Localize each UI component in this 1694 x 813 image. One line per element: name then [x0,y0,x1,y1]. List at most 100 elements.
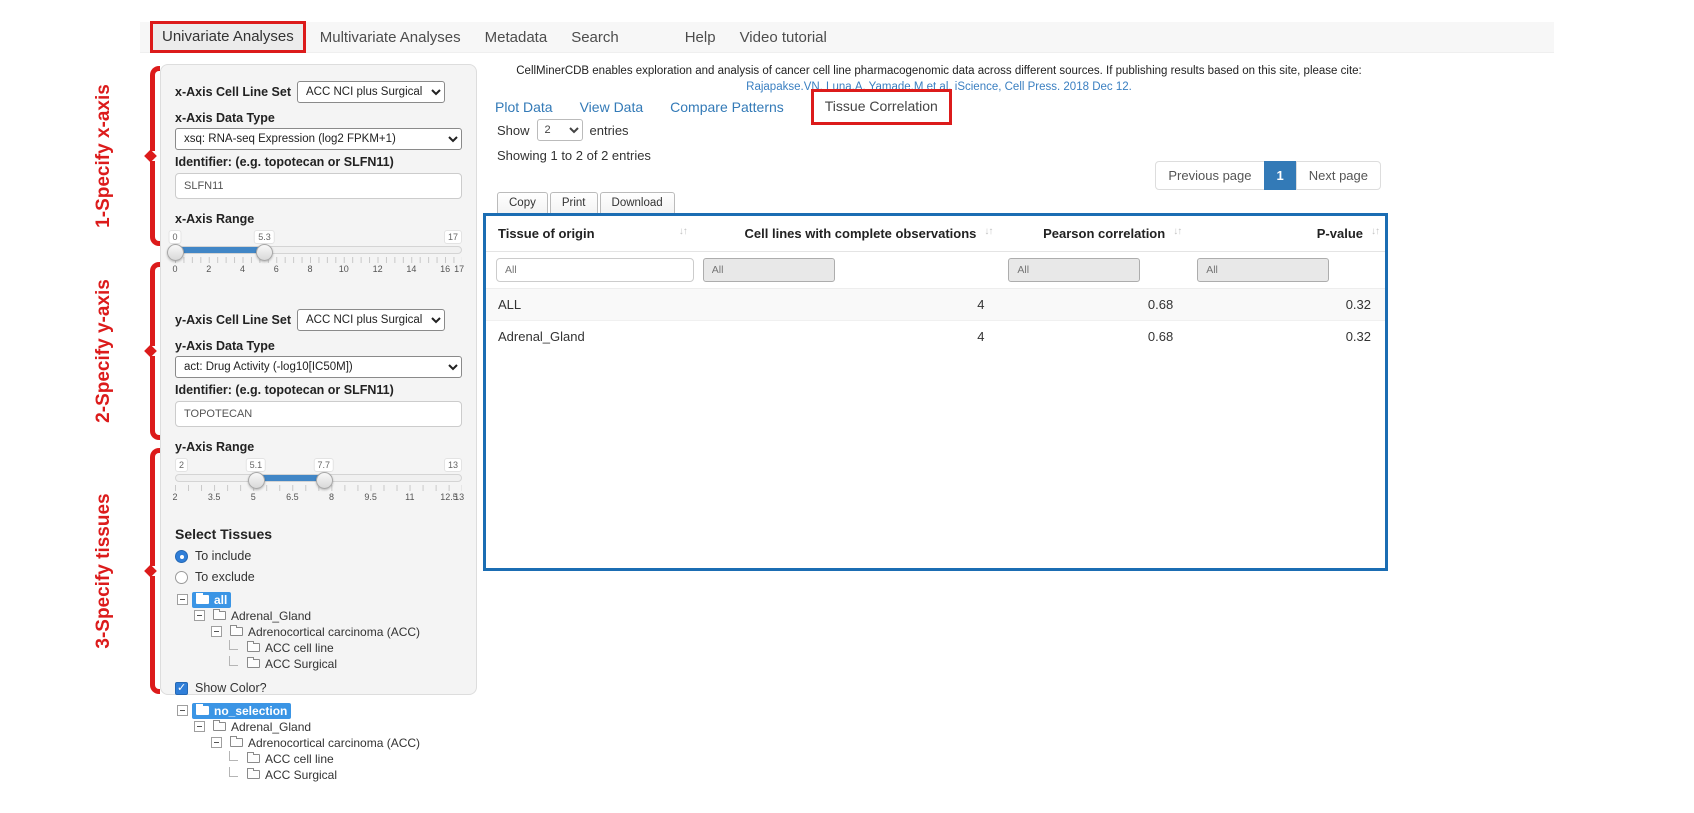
radio-to-exclude[interactable]: To exclude [175,570,462,584]
tissue-radio-group: To include To exclude [175,549,462,584]
nav-item-metadata[interactable]: Metadata [485,29,548,46]
x-range-track[interactable] [175,246,462,254]
include-tree-item-acc-surgical[interactable]: ACC Surgical [243,656,341,672]
tree-node-label: all [214,593,227,607]
tab-active-highlight-box: Tissue Correlation [811,89,952,125]
export-buttons: CopyPrintDownload [497,192,677,214]
tree-node-label: Adrenocortical carcinoma (ACC) [248,625,420,639]
sort-icon[interactable]: ↓↑ [1371,226,1379,237]
filter-input-cell-lines-with-complete-observations[interactable] [703,258,835,282]
include-tree-node-acc-surgical: ACC Surgical [175,656,462,671]
include-tree-node-adrenocortical-carcinoma-acc: Adrenocortical carcinoma (ACC) [175,624,462,639]
x-identifier-input[interactable] [175,173,462,199]
y-range-tick-6-5: 6.5 [286,492,299,502]
filter-input-tissue-of-origin[interactable] [496,258,694,282]
tree-node-label: Adrenal_Gland [231,720,311,734]
radio-icon-to-exclude[interactable] [175,571,188,584]
y-range-high-handle[interactable] [316,472,333,489]
previous-page-button[interactable]: Previous page [1155,161,1264,190]
intro-text-body: CellMinerCDB enables exploration and ana… [516,65,1362,77]
include-tree-item-acc-cell-line[interactable]: ACC cell line [243,640,338,656]
x-data-type-select[interactable]: xsq: RNA-seq Expression (log2 FPKM+1) [175,128,462,150]
y-data-type-select[interactable]: act: Drug Activity (-log10[IC50M]) [175,356,462,378]
tree-collapse-icon[interactable] [177,705,188,716]
color-tree-item-acc-surgical[interactable]: ACC Surgical [243,767,341,783]
x-range-tick-16: 16 [440,264,450,274]
next-page-button[interactable]: Next page [1296,161,1381,190]
nav-item-help[interactable]: Help [685,29,716,46]
color-tree-item-no-selection[interactable]: no_selection [192,703,291,719]
nav-item-video-tutorial[interactable]: Video tutorial [740,29,827,46]
color-tree-node-no-selection: no_selection [175,703,462,718]
tree-node-label: ACC Surgical [265,657,337,671]
radio-label: To include [195,549,251,563]
nav-item-search[interactable]: Search [571,29,619,46]
x-range-tick-10: 10 [339,264,349,274]
download-button[interactable]: Download [600,192,675,214]
table-row-adrenal-gland[interactable]: Adrenal_Gland40.680.32 [486,321,1385,353]
entries-count-select[interactable]: 2 [537,119,583,141]
x-range-slider[interactable]: 05.317024681012141617 [175,230,462,280]
tab-compare-patterns[interactable]: Compare Patterns [670,99,784,115]
table-row-all[interactable]: ALL40.680.32 [486,289,1385,321]
tab-view-data[interactable]: View Data [580,99,644,115]
tab-plot-data[interactable]: Plot Data [495,99,553,115]
filter-cell-tissue-of-origin [486,252,693,289]
column-header-pearson-correlation[interactable]: Pearson correlation↓↑ [998,216,1187,252]
x-range-low-handle[interactable] [167,244,184,261]
y-range-low-handle[interactable] [248,472,265,489]
column-header-label: Cell lines with complete observations [745,226,977,241]
tab-tissue-correlation[interactable]: Tissue Correlation [825,98,938,114]
print-button[interactable]: Print [550,192,598,214]
tree-collapse-icon[interactable] [211,626,222,637]
sort-icon[interactable]: ↓↑ [1173,226,1181,237]
tissue-correlation-table: Tissue of origin↓↑Cell lines with comple… [486,216,1385,352]
nav-bar: Univariate Analyses Multivariate Analyses… [140,22,1554,53]
sort-icon[interactable]: ↓↑ [984,226,992,237]
tree-collapse-icon[interactable] [194,721,205,732]
brace-shape [147,262,160,440]
y-range-tick-labels: 23.556.589.51112.513 [175,492,462,504]
tree-collapse-icon[interactable] [194,610,205,621]
showing-entries-text: Showing 1 to 2 of 2 entries [497,148,651,163]
y-range-low-value-label: 5.1 [246,458,267,472]
include-tree-item-all[interactable]: all [192,592,231,608]
include-tree-item-adrenal-gland[interactable]: Adrenal_Gland [209,608,315,624]
nav-items: Univariate Analyses Multivariate Analyses… [140,22,1554,52]
table-filter-row [486,252,1385,289]
show-color-checkbox[interactable] [175,682,188,695]
y-cell-line-set-select[interactable]: ACC NCI plus Surgical [297,309,445,331]
copy-button[interactable]: Copy [497,192,548,214]
filter-input-p-value[interactable] [1197,258,1329,282]
tree-node-label: ACC Surgical [265,768,337,782]
filter-cell-cell-lines-with-complete-observations [693,252,999,289]
color-tree-item-adrenal-gland[interactable]: Adrenal_Gland [209,719,315,735]
nav-item-univariate-analyses[interactable]: Univariate Analyses [162,28,294,45]
radio-icon-to-include[interactable] [175,550,188,563]
column-header-tissue-of-origin[interactable]: Tissue of origin↓↑ [486,216,693,252]
color-tree-item-acc-cell-line[interactable]: ACC cell line [243,751,338,767]
column-header-cell-lines-with-complete-observations[interactable]: Cell lines with complete observations ↓↑ [693,216,999,252]
annotation-tissues: 3-Specify tissues [96,448,162,694]
filter-input-pearson-correlation[interactable] [1008,258,1140,282]
include-tree-item-adrenocortical-carcinoma-acc[interactable]: Adrenocortical carcinoma (ACC) [226,624,424,640]
y-range-min-label: 2 [175,458,188,472]
y-identifier-input[interactable] [175,401,462,427]
tree-collapse-icon[interactable] [177,594,188,605]
tree-collapse-icon[interactable] [211,737,222,748]
sidebar-panel: x-Axis Cell Line Set ACC NCI plus Surgic… [160,64,477,695]
sort-icon[interactable]: ↓↑ [679,226,687,237]
color-tree-node-acc-cell-line: ACC cell line [175,751,462,766]
page-number-button[interactable]: 1 [1264,161,1297,190]
show-color-row[interactable]: Show Color? [175,681,462,695]
nav-item-multivariate-analyses[interactable]: Multivariate Analyses [320,29,461,46]
show-entries-suffix: entries [590,123,629,138]
x-range-low-value-label: 0 [168,230,181,244]
column-header-p-value[interactable]: P-value↓↑ [1187,216,1385,252]
y-range-slider[interactable]: 25.17.71323.556.589.51112.513 [175,458,462,508]
radio-to-include[interactable]: To include [175,549,462,563]
color-tree-item-adrenocortical-carcinoma-acc[interactable]: Adrenocortical carcinoma (ACC) [226,735,424,751]
x-cell-line-set-select[interactable]: ACC NCI plus Surgical [297,81,445,103]
nav-active-highlight-box: Univariate Analyses [150,21,306,53]
x-range-tick-labels: 024681012141617 [175,264,462,276]
